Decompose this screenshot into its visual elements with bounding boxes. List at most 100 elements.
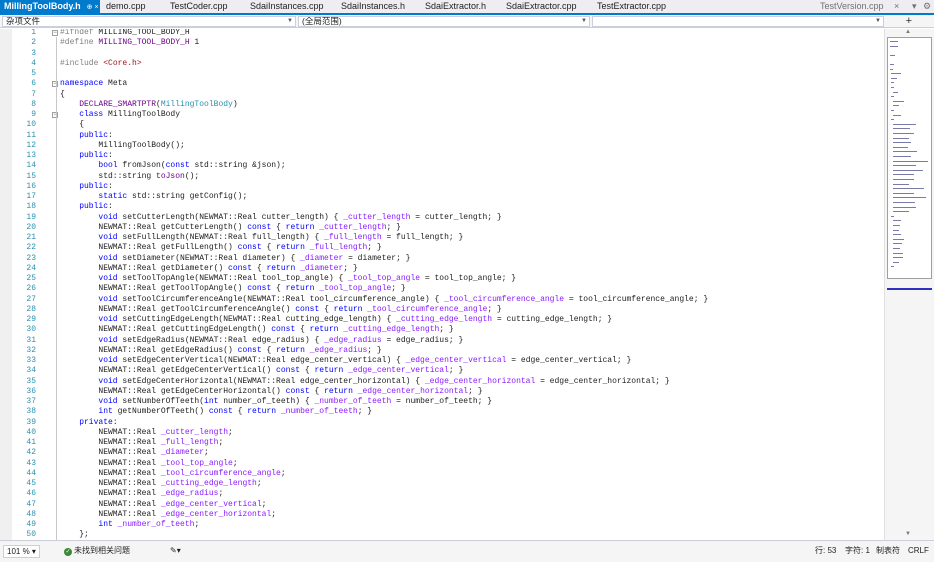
code-line[interactable]: 45 NEWMAT::Real _cutting_edge_length; xyxy=(0,479,884,489)
code-line[interactable]: 42 NEWMAT::Real _diameter; xyxy=(0,448,884,458)
code-line[interactable]: 4 #include <Core.h> xyxy=(0,59,884,69)
pin-close-icon[interactable]: ⊕ × xyxy=(87,4,99,11)
minimap-line xyxy=(892,165,917,167)
code-line[interactable]: 2 #define MILLING_TOOL_BODY_H 1 xyxy=(0,38,884,48)
split-window-icon[interactable]: + xyxy=(906,15,912,27)
code-line[interactable]: 24 NEWMAT::Real getDiameter() const { re… xyxy=(0,264,884,274)
code-line[interactable]: 35 void setEdgeCenterHorizontal(NEWMAT::… xyxy=(0,377,884,387)
tab-testextractor-cpp[interactable]: TestExtractor.cpp xyxy=(593,0,683,13)
project-dropdown[interactable]: 杂项文件 ▼ xyxy=(2,16,296,27)
code-line[interactable]: 47 NEWMAT::Real _edge_center_vertical; xyxy=(0,500,884,510)
code-line[interactable]: 28 NEWMAT::Real getToolCircumferenceAngl… xyxy=(0,305,884,315)
minimap-line xyxy=(892,257,904,259)
close-icon[interactable]: × xyxy=(894,0,899,13)
code-line[interactable]: 43 NEWMAT::Real _tool_top_angle; xyxy=(0,459,884,469)
code-line[interactable]: 20 NEWMAT::Real getCutterLength() const … xyxy=(0,223,884,233)
code-line[interactable]: 30 NEWMAT::Real getCuttingEdgeLength() c… xyxy=(0,325,884,335)
code-line[interactable]: 40 NEWMAT::Real _cutter_length; xyxy=(0,428,884,438)
code-line[interactable]: 39 private: xyxy=(0,418,884,428)
scroll-down-icon[interactable]: ▼ xyxy=(905,531,911,537)
tab-label: SdaiExtractor.h xyxy=(425,1,487,11)
code-line[interactable]: 37 void setNumberOfTeeth(int number_of_t… xyxy=(0,397,884,407)
line-ending-indicator[interactable]: CRLF xyxy=(908,545,929,556)
code-line[interactable]: 25 void setToolTopAngle(NEWMAT::Real too… xyxy=(0,274,884,284)
minimap-viewport[interactable] xyxy=(887,37,932,279)
line-number: 39 xyxy=(26,417,36,427)
scroll-up-icon[interactable]: ▲ xyxy=(905,29,911,35)
code-line[interactable]: 5 xyxy=(0,69,884,79)
code-editor[interactable]: 1− #ifndef MILLING_TOOL_BODY_H 2 #define MI… xyxy=(0,29,884,540)
fold-toggle-icon[interactable]: − xyxy=(52,112,58,118)
code-line[interactable]: 12 MillingToolBody(); xyxy=(0,141,884,151)
tab-demo-cpp[interactable]: demo.cpp xyxy=(102,0,164,13)
tabs-indicator[interactable]: 制表符 xyxy=(876,545,900,556)
code-line[interactable]: 26 NEWMAT::Real getToolTopAngle() const … xyxy=(0,284,884,294)
code-line[interactable]: 16 public: xyxy=(0,182,884,192)
line-number: 41 xyxy=(26,438,36,447)
code-line[interactable]: 33 void setEdgeCenterVertical(NEWMAT::Re… xyxy=(0,356,884,366)
minimap-line xyxy=(892,192,915,194)
line-number: 18 xyxy=(26,202,36,212)
member-dropdown[interactable]: ▼ xyxy=(592,16,884,27)
gear-icon[interactable]: ⚙ xyxy=(923,0,931,13)
fold-toggle-icon[interactable]: − xyxy=(52,30,58,36)
code-text: }; xyxy=(60,530,89,540)
issues-indicator[interactable]: ✓ 未找到相关问题 xyxy=(64,545,130,556)
tab-list-dropdown-icon[interactable]: ▾ xyxy=(912,0,917,13)
code-line[interactable]: 29 void setCuttingEdgeLength(NEWMAT::Rea… xyxy=(0,315,884,325)
code-line[interactable]: 18 public: xyxy=(0,202,884,212)
tab-sdaiextractor-cpp[interactable]: SdaiExtractor.cpp xyxy=(502,0,591,13)
code-line[interactable]: 41 NEWMAT::Real _full_length; xyxy=(0,438,884,448)
code-line[interactable]: 31 void setEdgeRadius(NEWMAT::Real edge_… xyxy=(0,336,884,346)
code-line[interactable]: 8 DECLARE_SMARTPTR(MillingToolBody) xyxy=(0,100,884,110)
code-line[interactable]: 48 NEWMAT::Real _edge_center_horizontal; xyxy=(0,510,884,520)
minimap-line xyxy=(892,225,901,226)
minimap-line xyxy=(892,261,899,263)
code-line[interactable]: 14 bool fromJson(const std::string &json… xyxy=(0,161,884,171)
code-line[interactable]: 38 int getNumberOfTeeth() const { return… xyxy=(0,407,884,417)
code-line[interactable]: 44 NEWMAT::Real _tool_circumference_angl… xyxy=(0,469,884,479)
code-line[interactable]: 32 NEWMAT::Real getEdgeRadius() const { … xyxy=(0,346,884,356)
tab-millingtoolbody-h[interactable]: MillingToolBody.h ⊕ × xyxy=(0,0,100,13)
line-number: 33 xyxy=(26,356,36,365)
code-line[interactable]: 11 public: xyxy=(0,131,884,141)
code-line[interactable]: 36 NEWMAT::Real getEdgeCenterHorizontal(… xyxy=(0,387,884,397)
tab-testversion-cpp[interactable]: TestVersion.cpp xyxy=(820,0,890,13)
code-line[interactable]: 9 − class MillingToolBody xyxy=(0,110,884,120)
code-text: void setToolTopAngle(NEWMAT::Real tool_t… xyxy=(98,274,517,283)
zoom-level-dropdown[interactable]: 101 % ▾ xyxy=(3,545,40,558)
code-cleanup-icon[interactable]: ✎▾ xyxy=(170,545,181,556)
code-line[interactable]: 27 void setToolCircumferenceAngle(NEWMAT… xyxy=(0,295,884,305)
code-line[interactable]: 50 }; xyxy=(0,530,884,540)
code-text: NEWMAT::Real getEdgeRadius() const { ret… xyxy=(60,345,382,355)
code-line[interactable]: 6 − namespace Meta xyxy=(0,79,884,89)
minimap-line xyxy=(892,128,911,130)
tab-sdaiinstances-cpp[interactable]: SdaiInstances.cpp xyxy=(246,0,335,13)
fold-toggle-icon[interactable]: − xyxy=(52,81,58,88)
line-number: 24 xyxy=(26,263,36,273)
code-line[interactable]: 46 NEWMAT::Real _edge_radius; xyxy=(0,489,884,499)
code-line[interactable]: 49 int _number_of_teeth; xyxy=(0,520,884,530)
tab-testcoder-cpp[interactable]: TestCoder.cpp xyxy=(166,0,244,13)
code-line[interactable]: 19 void setCutterLength(NEWMAT::Real cut… xyxy=(0,213,884,223)
code-line[interactable]: 21 void setFullLength(NEWMAT::Real full_… xyxy=(0,233,884,243)
minimap-line xyxy=(891,215,895,217)
code-line[interactable]: 22 NEWMAT::Real getFullLength() const { … xyxy=(0,243,884,253)
code-line[interactable]: 13 public: xyxy=(0,151,884,161)
code-line[interactable]: 34 NEWMAT::Real getEdgeCenterVertical() … xyxy=(0,366,884,376)
tab-sdaiinstances-h[interactable]: SdaiInstances.h xyxy=(337,0,419,13)
code-line[interactable]: 3 xyxy=(0,49,884,59)
code-text: NEWMAT::Real _edge_center_vertical; xyxy=(60,499,267,509)
tab-sdaiextractor-h[interactable]: SdaiExtractor.h xyxy=(421,0,500,13)
scope-dropdown[interactable]: (全局范围) ▼ xyxy=(298,16,590,27)
code-text: class MillingToolBody xyxy=(79,110,181,119)
code-line[interactable]: 17 static std::string getConfig(); xyxy=(0,192,884,202)
code-text: public: xyxy=(79,130,113,140)
code-line[interactable]: 10 { xyxy=(0,120,884,130)
code-line[interactable]: 23 void setDiameter(NEWMAT::Real diamete… xyxy=(0,254,884,264)
code-line[interactable]: 1 − #ifndef MILLING_TOOL_BODY_H xyxy=(0,29,884,38)
code-line[interactable]: 7{ xyxy=(0,90,884,100)
code-line[interactable]: 15 std::string toJson(); xyxy=(0,172,884,182)
line-number: 35 xyxy=(26,376,36,386)
minimap-scrollbar[interactable]: ▲ ▼ xyxy=(884,29,934,540)
